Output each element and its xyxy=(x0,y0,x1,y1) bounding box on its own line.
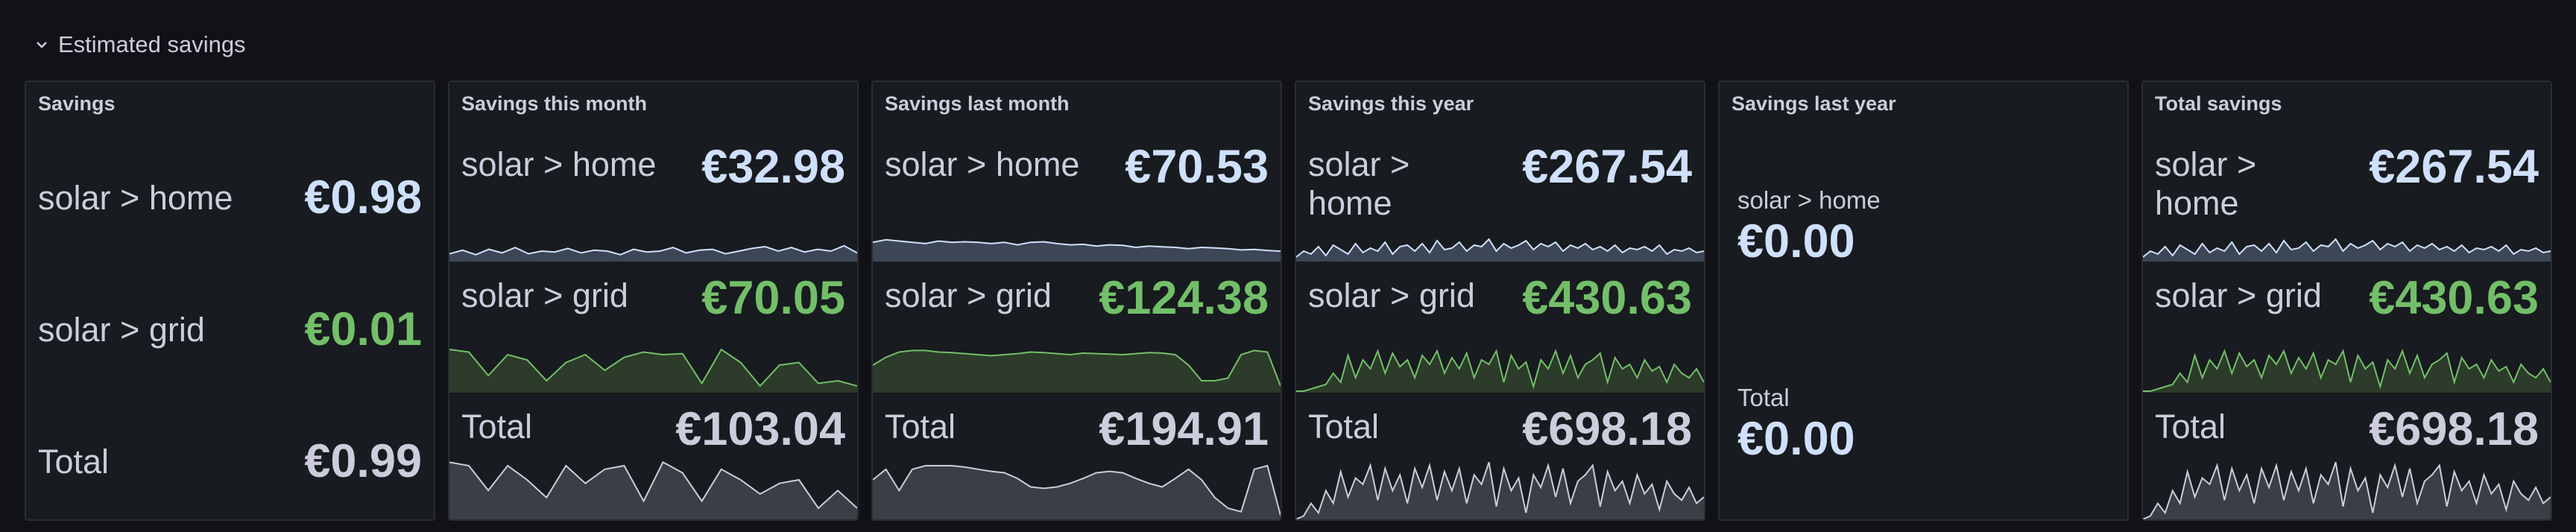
stat-value: €698.18 xyxy=(2369,403,2539,455)
sparkline-total xyxy=(873,464,1281,519)
panel-savings-this-year[interactable]: Savings this year solar > home €267.54 s… xyxy=(1295,80,1705,521)
stat-value: €194.91 xyxy=(1099,403,1269,455)
sparkline-area xyxy=(1296,462,1704,519)
stat-label: solar > home xyxy=(38,179,233,217)
stat-label: solar > home xyxy=(1737,186,1881,214)
stat-value: €267.54 xyxy=(2369,141,2539,193)
stat-value: €0.98 xyxy=(304,171,422,224)
stat-value: €267.54 xyxy=(1522,141,1692,193)
stat-value: €124.38 xyxy=(1099,272,1269,324)
sparkline-total xyxy=(1296,461,1704,519)
stat-label: Total xyxy=(461,408,533,446)
stat-total: Total €698.18 xyxy=(1296,393,1704,519)
stat-label: solar > home xyxy=(2155,145,2257,222)
stat-label: solar > grid xyxy=(461,276,628,314)
stat-solar-grid: solar > grid €430.63 xyxy=(2143,262,2551,393)
stat-solar-grid: solar > grid €70.05 xyxy=(449,262,857,393)
sparkline-solar-grid xyxy=(873,349,1281,393)
stat-value: €70.53 xyxy=(1125,141,1269,193)
sparkline-area xyxy=(873,350,1281,393)
sparkline-area xyxy=(2143,462,2551,519)
panel-title: Total savings xyxy=(2155,92,2282,115)
sparkline-area xyxy=(873,239,1281,262)
sparkline-solar-home xyxy=(873,238,1281,262)
panel-title: Savings last month xyxy=(885,92,1070,115)
stat-value: €698.18 xyxy=(1522,403,1692,455)
stat-value: €0.01 xyxy=(304,303,422,355)
stat-solar-home: solar > home €267.54 xyxy=(2143,130,2551,262)
panel-savings-last-month[interactable]: Savings last month solar > home €70.53 s… xyxy=(871,80,1282,521)
sparkline-solar-home xyxy=(449,244,857,262)
row-toggle-estimated-savings[interactable]: Estimated savings xyxy=(34,27,246,63)
stat-label: solar > home xyxy=(461,145,657,183)
stat-value: €430.63 xyxy=(1522,272,1692,324)
sparkline-solar-grid xyxy=(449,348,857,393)
sparkline-solar-home xyxy=(2143,238,2551,262)
sparkline-total xyxy=(449,460,857,519)
row-title: Estimated savings xyxy=(58,31,246,57)
stat-total: Total €103.04 xyxy=(449,393,857,519)
sparkline-area xyxy=(2143,239,2551,262)
sparkline-area xyxy=(449,245,857,262)
stat-solar-grid: solar > grid €0.01 xyxy=(26,292,434,381)
sparkline-area xyxy=(449,462,857,519)
stat-label: solar > grid xyxy=(1308,276,1475,314)
sparkline-total xyxy=(2143,461,2551,519)
stat-value: €430.63 xyxy=(2369,272,2539,324)
stat-label: solar > home xyxy=(1308,145,1410,222)
sparkline-area xyxy=(873,466,1281,519)
panel-total-savings[interactable]: Total savings solar > home €267.54 solar… xyxy=(2141,80,2552,521)
sparkline-solar-grid xyxy=(2143,349,2551,393)
stat-total: Total €0.99 xyxy=(26,424,434,513)
stat-label: Total xyxy=(885,408,956,446)
stat-solar-home: solar > home €0.98 xyxy=(26,160,434,250)
panel-savings[interactable]: Savings solar > home €0.98 solar > grid … xyxy=(25,80,435,521)
panel-title: Savings this year xyxy=(1308,92,1474,115)
stat-label: solar > home xyxy=(885,145,1080,183)
panel-title: Savings xyxy=(38,92,116,115)
panel-savings-this-month[interactable]: Savings this month solar > home €32.98 s… xyxy=(448,80,859,521)
stat-value: €0.00 xyxy=(1737,215,1855,267)
stat-value: €0.99 xyxy=(304,435,422,487)
stat-label: solar > grid xyxy=(885,276,1052,314)
stat-solar-home: solar > home €70.53 xyxy=(873,130,1281,262)
stat-value: €0.00 xyxy=(1737,413,1855,465)
panel-title: Savings last year xyxy=(1731,92,1896,115)
stat-total: Total €194.91 xyxy=(873,393,1281,519)
stat-label: solar > grid xyxy=(38,311,205,349)
sparkline-area xyxy=(1296,239,1704,262)
stat-label: Total xyxy=(38,443,110,481)
stat-label: Total xyxy=(2155,408,2226,446)
stat-value: €103.04 xyxy=(675,403,845,455)
panel-title: Savings this month xyxy=(461,92,648,115)
stat-label: solar > grid xyxy=(2155,276,2322,314)
stat-value: €32.98 xyxy=(701,141,845,193)
stat-solar-home: solar > home €32.98 xyxy=(449,130,857,262)
stat-label: Total xyxy=(1737,384,1790,411)
stat-solar-grid: solar > grid €430.63 xyxy=(1296,262,1704,393)
stat-label: Total xyxy=(1308,408,1380,446)
stat-solar-grid: solar > grid €124.38 xyxy=(873,262,1281,393)
sparkline-solar-grid xyxy=(1296,349,1704,393)
stat-solar-home: solar > home €267.54 xyxy=(1296,130,1704,262)
stat-total: Total €698.18 xyxy=(2143,393,2551,519)
stat-value: €70.05 xyxy=(701,272,845,324)
panel-savings-last-year[interactable]: Savings last year solar > home €0.00 Tot… xyxy=(1718,80,2129,521)
sparkline-solar-home xyxy=(1296,238,1704,262)
chevron-down-icon xyxy=(37,42,47,48)
